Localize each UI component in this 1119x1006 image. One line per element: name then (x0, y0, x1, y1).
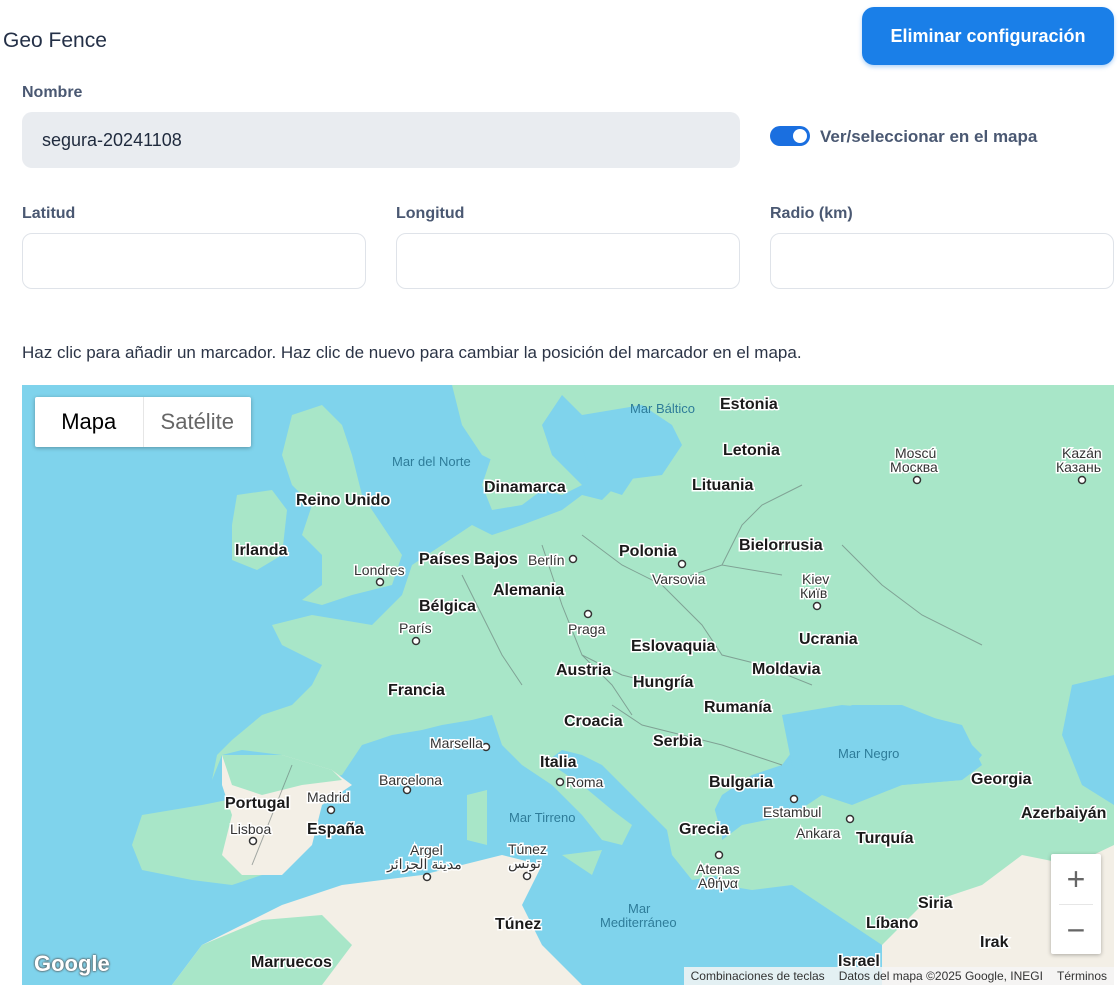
sea-label: Mediterráneo (600, 915, 677, 930)
country-label: Estonia (720, 396, 778, 413)
country-label: España (307, 821, 364, 838)
country-label: Lituania (692, 477, 753, 494)
keyboard-shortcuts-link[interactable]: Combinaciones de teclas (684, 969, 832, 983)
map-select-toggle-label: Ver/seleccionar en el mapa (820, 127, 1038, 146)
city-label: تونس (508, 855, 541, 872)
map-type-satellite-button[interactable]: Satélite (144, 397, 252, 447)
country-label: Siria (918, 895, 953, 912)
country-label: Letonia (723, 442, 780, 459)
country-label: Grecia (679, 821, 729, 838)
latitude-label: Latitud (22, 205, 76, 222)
country-label: Irlanda (235, 542, 288, 559)
sea-label: Mar Negro (838, 746, 899, 761)
country-label: Reino Unido (296, 492, 390, 509)
city-label: Berlín (528, 552, 565, 568)
radius-input[interactable] (770, 233, 1114, 289)
country-label: Croacia (564, 713, 623, 730)
map-type-control: Mapa Satélite (35, 397, 251, 447)
country-label: Rumanía (704, 699, 772, 716)
zoom-in-button[interactable]: + (1051, 854, 1101, 904)
country-label: Dinamarca (484, 479, 566, 496)
country-label: Turquía (856, 830, 914, 847)
city-label: Roma (566, 774, 604, 790)
city-label: Varsovia (652, 571, 706, 587)
city-label: Praga (568, 621, 606, 637)
city-label: Казань (1056, 459, 1101, 475)
city-label: Barcelona (379, 772, 442, 788)
zoom-control: + − (1051, 854, 1101, 954)
map-type-map-button[interactable]: Mapa (35, 397, 144, 447)
zoom-out-button[interactable]: − (1051, 905, 1101, 955)
country-label: Eslovaquia (631, 638, 716, 655)
country-label: Irak (980, 934, 1009, 951)
country-label: Países Bajos (419, 551, 518, 568)
country-label: Georgia (971, 771, 1032, 788)
country-label: Azerbaiyán (1021, 805, 1106, 822)
country-label: Polonia (619, 543, 677, 560)
country-label: Serbia (653, 733, 702, 750)
country-label: Hungría (633, 674, 694, 691)
country-label: Líbano (866, 915, 919, 932)
country-label: Bulgaria (709, 774, 773, 791)
sea-label: Mar Tirreno (509, 810, 575, 825)
country-label: Alemania (493, 582, 564, 599)
terms-link[interactable]: Términos (1050, 969, 1114, 983)
map-select-toggle[interactable] (770, 126, 810, 146)
page-title: Geo Fence (3, 29, 107, 52)
map-data-text: Datos del mapa ©2025 Google, INEGI (838, 969, 1043, 983)
name-input[interactable] (22, 112, 740, 168)
longitude-input[interactable] (396, 233, 740, 289)
latitude-input[interactable] (22, 233, 366, 289)
country-label: Bielorrusia (739, 537, 823, 554)
city-label: Київ (800, 585, 827, 601)
city-label: Madrid (307, 789, 350, 805)
toggle-knob (793, 129, 807, 143)
name-label: Nombre (22, 84, 83, 101)
country-label: Ucrania (799, 631, 858, 648)
city-label: Αθήνα (698, 875, 738, 891)
radius-label: Radio (km) (770, 205, 853, 222)
country-label: Portugal (225, 795, 290, 812)
city-label: Москва (890, 459, 938, 475)
longitude-label: Longitud (396, 205, 465, 222)
delete-config-button[interactable]: Eliminar configuración (862, 7, 1114, 65)
country-label: Moldavia (752, 661, 821, 678)
city-label: París (399, 620, 432, 636)
city-label: مدينة الجزائر (386, 856, 462, 873)
country-label: Bélgica (419, 598, 476, 615)
country-label: Marruecos (251, 954, 332, 971)
map-hint-text: Haz clic para añadir un marcador. Haz cl… (22, 343, 802, 362)
city-label: Marsella (430, 735, 483, 751)
city-label: Estambul (763, 804, 821, 820)
city-label: Lisboa (230, 821, 271, 837)
google-logo: Google (34, 951, 110, 976)
city-label: Ankara (796, 825, 841, 841)
city-label: Londres (354, 562, 405, 578)
country-label: Francia (388, 682, 445, 699)
country-label: Italia (540, 754, 577, 771)
sea-label: Mar (628, 901, 651, 916)
country-label: Túnez (495, 916, 541, 933)
map-labels: Mar Báltico Mar del Norte Mar Negro Mar … (224, 395, 1108, 973)
map-attribution: Combinaciones de teclas Datos del mapa ©… (683, 967, 1114, 985)
sea-label: Mar Báltico (630, 401, 695, 416)
map-canvas[interactable]: Mar Báltico Mar del Norte Mar Negro Mar … (22, 385, 1114, 985)
country-label: Austria (556, 662, 611, 679)
sea-label: Mar del Norte (392, 454, 471, 469)
